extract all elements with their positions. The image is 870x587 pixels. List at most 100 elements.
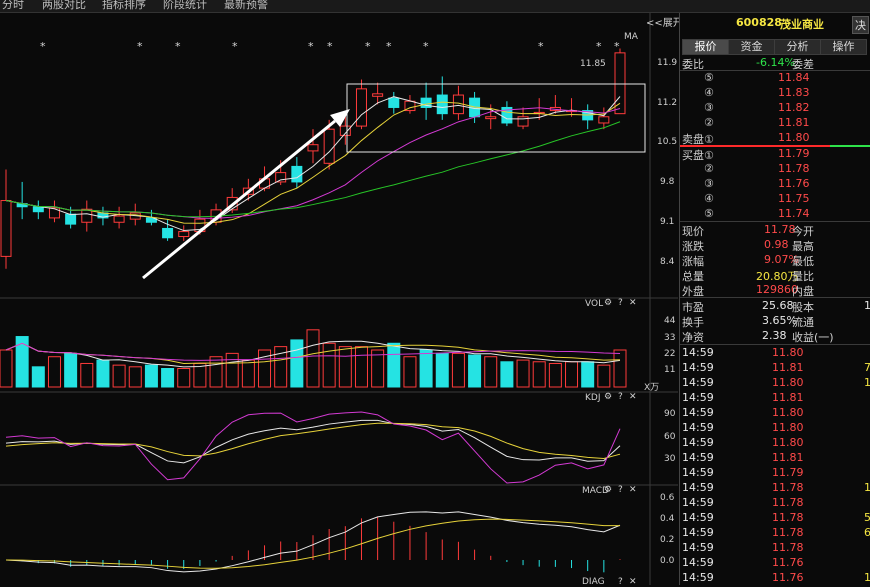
tick-price: 11.81: [772, 361, 804, 374]
tick-time: 14:59: [682, 436, 714, 449]
kdj-d-line: [5, 422, 621, 459]
close-icon[interactable]: ✕: [629, 577, 637, 587]
weibi-value: -6.14%: [756, 56, 795, 69]
volume-bar: [128, 366, 142, 388]
bid-level-label: ②: [704, 162, 714, 175]
ask-row[interactable]: ④ 11.83: [680, 86, 870, 101]
ask-row[interactable]: ③ 11.82: [680, 101, 870, 116]
top-tab-stage-stats[interactable]: 阶段统计: [163, 0, 207, 12]
macd-axis-2: 0.4: [660, 514, 675, 524]
stat-value: 2.38: [762, 329, 787, 342]
tick-volume: 7: [864, 361, 870, 374]
vol-axis-1: 44: [664, 316, 676, 326]
top-tab-fenshi[interactable]: 分时: [2, 0, 24, 12]
ask-row[interactable]: 卖盘① 11.80: [680, 131, 870, 146]
candle-body: [307, 144, 319, 152]
help-icon[interactable]: ?: [618, 485, 623, 495]
ask-level-label: ④: [704, 86, 714, 99]
gear-icon[interactable]: ⚙: [604, 485, 612, 495]
bid-row[interactable]: 买盘① 11.79: [680, 147, 870, 162]
volume-bar: [403, 356, 417, 388]
tab-funds[interactable]: 资金: [728, 39, 775, 55]
top-tab-warning[interactable]: 最新预警: [224, 0, 268, 12]
signal-star: *: [308, 40, 314, 53]
collapse-panel-button[interactable]: <<展开: [646, 14, 683, 29]
vol-axis-2: 33: [664, 333, 676, 343]
bid-level-label: ⑤: [704, 207, 714, 220]
stat-label-right: 流通: [792, 316, 814, 329]
vol-panel-title: VOL: [585, 299, 604, 309]
volume-bar: [532, 361, 546, 388]
macd-axis-1: 0.6: [660, 493, 675, 503]
stat-value-right: 1: [864, 299, 870, 312]
stat-value: 25.68: [762, 299, 794, 312]
candle-body: [436, 94, 448, 115]
quote-value: 0.98: [764, 238, 789, 251]
top-tab-compare[interactable]: 两股对比: [42, 0, 86, 12]
bid-row[interactable]: ⑤ 11.74: [680, 207, 870, 222]
ask-row[interactable]: ② 11.81: [680, 116, 870, 131]
ask-price: 11.83: [778, 86, 810, 99]
tick-time: 14:59: [682, 451, 714, 464]
tab-analysis[interactable]: 分析: [774, 39, 821, 55]
divider: [680, 297, 870, 298]
ask-level-label: ⑤: [704, 71, 714, 84]
signal-star: *: [386, 40, 392, 53]
divider: [680, 221, 870, 222]
bid-price: 11.74: [778, 207, 810, 220]
candle-body: [372, 93, 384, 97]
close-icon[interactable]: ✕: [629, 392, 637, 402]
bid-level-label: ④: [704, 192, 714, 205]
gear-icon[interactable]: ⚙: [604, 298, 612, 308]
tick-time: 14:59: [682, 556, 714, 569]
tick-price: 11.78: [772, 526, 804, 539]
signal-star: *: [596, 40, 602, 53]
vol-axis-4: 11: [664, 365, 676, 375]
tick-price: 11.78: [772, 511, 804, 524]
tick-time: 14:59: [682, 496, 714, 509]
bottom-panel-title: DIAG: [582, 577, 605, 587]
volume-bar: [435, 352, 449, 388]
help-icon[interactable]: ?: [618, 392, 623, 402]
vol-axis-3: 22: [664, 349, 676, 359]
volume-bar: [451, 352, 465, 388]
candle-body: [614, 52, 626, 115]
bid-row[interactable]: ④ 11.75: [680, 192, 870, 207]
quote-label-right: 今开: [792, 225, 814, 238]
volume-bar: [468, 354, 482, 388]
gear-icon[interactable]: ⚙: [604, 392, 612, 402]
candle-body: [162, 227, 174, 239]
help-icon[interactable]: ?: [618, 577, 623, 587]
price-axis-6: 8.4: [660, 257, 675, 267]
bid-level-label: ③: [704, 177, 714, 190]
tick-volume: 6: [864, 526, 870, 539]
ask-price: 11.84: [778, 71, 810, 84]
ask-row[interactable]: ⑤ 11.84: [680, 71, 870, 86]
bid-price: 11.78: [778, 162, 810, 175]
kline-chart-area[interactable]: MA 11.85 11.9 11.2 10.5 9.8 9.1 8.4 * * * *…: [0, 13, 678, 587]
stat-label-right: 收益(一): [792, 331, 834, 344]
close-icon[interactable]: ✕: [629, 298, 637, 308]
decision-button[interactable]: 决: [852, 16, 869, 34]
volume-bar: [581, 361, 595, 388]
bid-row[interactable]: ② 11.78: [680, 162, 870, 177]
quote-tabs: 报价 资金 分析 操作: [680, 39, 870, 55]
help-icon[interactable]: ?: [618, 298, 623, 308]
volume-bar: [419, 349, 433, 388]
bid-row[interactable]: ③ 11.76: [680, 177, 870, 192]
ask-price: 11.82: [778, 101, 810, 114]
top-tab-indicator-sort[interactable]: 指标排序: [102, 0, 146, 12]
signal-star: *: [327, 40, 333, 53]
volume-bar: [112, 364, 126, 388]
close-icon[interactable]: ✕: [629, 485, 637, 495]
signal-star: *: [365, 40, 371, 53]
price-axis-4: 9.8: [660, 177, 675, 187]
candle-body: [291, 165, 303, 183]
volume-bar: [47, 356, 61, 388]
ask-level-label: ②: [704, 116, 714, 129]
candle-body: [598, 116, 610, 124]
tick-price: 11.76: [772, 571, 804, 584]
kline-chart-svg[interactable]: [0, 13, 678, 585]
tab-operation[interactable]: 操作: [820, 39, 867, 55]
tab-quote[interactable]: 报价: [682, 39, 729, 55]
